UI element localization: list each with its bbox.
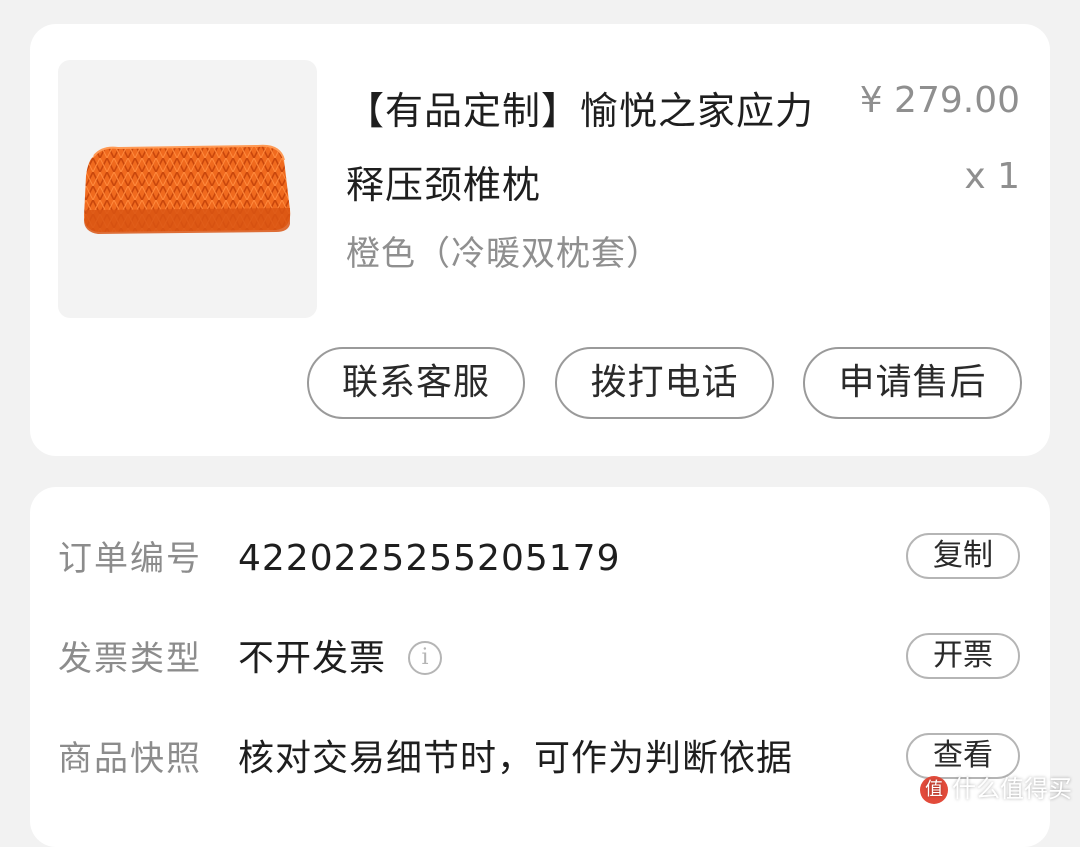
pillow-icon [84, 144, 291, 234]
snapshot-label: 商品快照 [58, 739, 202, 779]
invoice-type-value: 不开发票 [238, 638, 387, 679]
product-variant: 橙色（冷暖双枕套） [346, 234, 661, 274]
product-image[interactable] [58, 60, 317, 318]
info-icon[interactable]: i [408, 641, 442, 675]
copy-button[interactable]: 复制 [906, 533, 1020, 579]
watermark-badge-icon: 值 [920, 776, 948, 804]
order-details-card: 订单编号 4220225255205179 复制 发票类型 不开发票 i 开票 … [30, 487, 1050, 847]
snapshot-row: 商品快照 核对交易细节时，可作为判断依据 查看 [30, 729, 1050, 789]
after-sales-button[interactable]: 申请售后 [803, 347, 1022, 419]
order-number-row: 订单编号 4220225255205179 复制 [30, 529, 1050, 589]
order-number-value: 4220225255205179 [238, 538, 621, 579]
product-title[interactable]: 【有品定制】愉悦之家应力释压颈椎枕 [346, 74, 816, 222]
product-price: ¥ 279.00 [859, 80, 1020, 121]
product-card: 【有品定制】愉悦之家应力释压颈椎枕 ¥ 279.00 x 1 橙色（冷暖双枕套）… [30, 24, 1050, 456]
order-number-label: 订单编号 [58, 539, 202, 579]
product-quantity: x 1 [964, 156, 1020, 197]
contact-service-button[interactable]: 联系客服 [307, 347, 525, 419]
watermark: 值什么值得买 [920, 769, 1072, 804]
snapshot-value: 核对交易细节时，可作为判断依据 [238, 738, 794, 779]
invoice-button[interactable]: 开票 [906, 633, 1020, 679]
invoice-type-row: 发票类型 不开发票 i 开票 [30, 629, 1050, 689]
call-button[interactable]: 拨打电话 [555, 347, 774, 419]
watermark-text: 什么值得买 [952, 775, 1072, 803]
invoice-type-label: 发票类型 [58, 639, 202, 679]
